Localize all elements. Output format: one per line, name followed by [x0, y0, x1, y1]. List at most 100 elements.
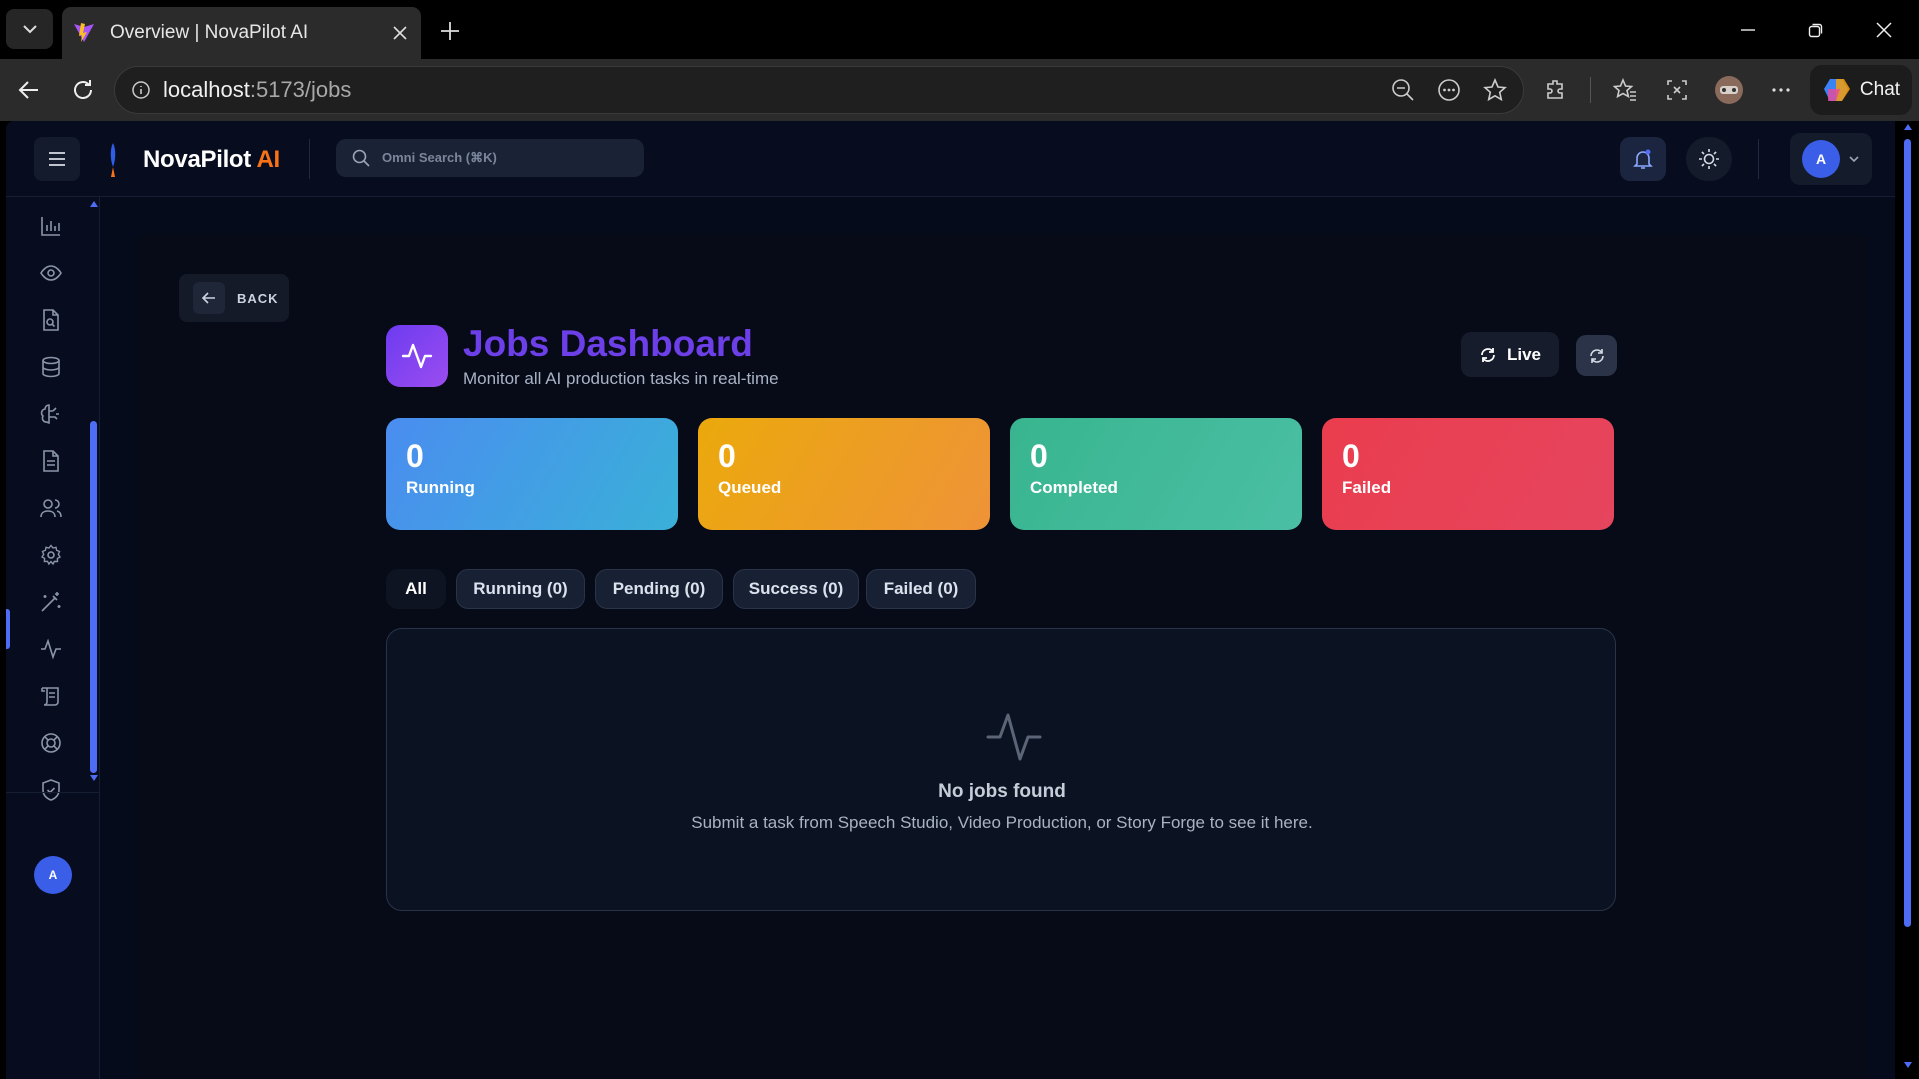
stat-value: 0	[406, 438, 424, 474]
more-horizontal-icon	[1772, 88, 1790, 92]
favorite-button[interactable]	[1479, 74, 1511, 106]
sidebar: A	[6, 197, 100, 1079]
more-circle-icon	[1438, 79, 1460, 101]
user-menu-button[interactable]: A	[1790, 133, 1872, 185]
scroll-up-icon[interactable]	[90, 201, 98, 207]
live-label: Live	[1506, 344, 1542, 364]
extensions-button[interactable]	[1538, 73, 1574, 107]
star-icon	[1483, 78, 1507, 102]
new-tab-button[interactable]	[432, 13, 468, 49]
brand-main: NovaPilot	[143, 146, 251, 173]
profile-avatar-icon	[1715, 76, 1743, 104]
gear-icon	[40, 544, 62, 566]
hamburger-icon	[49, 152, 65, 166]
sidebar-item-security[interactable]	[28, 767, 74, 813]
sidebar-item-generate[interactable]	[28, 579, 74, 625]
live-button[interactable]: Live	[1461, 332, 1559, 377]
stat-card-queued: 0 Queued	[698, 418, 990, 530]
app-topbar: NovaPilot AI Omni Search (⌘K) A	[6, 121, 1902, 197]
favorites-button[interactable]	[1607, 73, 1643, 107]
arrow-left-icon	[18, 81, 38, 99]
activity-icon	[41, 638, 61, 660]
stat-value: 0	[1030, 438, 1048, 474]
page-actions-button[interactable]	[1433, 74, 1465, 106]
search-placeholder: Omni Search (⌘K)	[382, 150, 497, 165]
screenshot-icon	[1667, 80, 1687, 100]
eye-icon	[40, 265, 62, 281]
vite-logo-icon	[74, 23, 94, 42]
filter-tab-failed[interactable]: Failed (0)	[866, 569, 976, 609]
sidebar-item-data[interactable]	[28, 344, 74, 390]
stat-label: Completed	[1030, 478, 1118, 497]
tab-close-button[interactable]	[385, 18, 415, 48]
sidebar-item-analytics[interactable]	[28, 203, 74, 249]
users-icon	[40, 499, 62, 518]
stat-label: Failed	[1342, 478, 1392, 497]
brain-icon	[40, 404, 59, 424]
sidebar-item-settings[interactable]	[28, 532, 74, 578]
page-title: Jobs Dashboard	[463, 323, 753, 364]
stat-card-failed: 0 Failed	[1322, 418, 1614, 530]
tab-title: Overview | NovaPilot AI	[110, 22, 309, 43]
address-bar[interactable]: localhost:5173/jobs	[114, 66, 1524, 114]
refresh-button[interactable]	[1576, 335, 1617, 376]
plus-icon	[441, 22, 459, 40]
omni-search[interactable]: Omni Search (⌘K)	[336, 139, 644, 177]
puzzle-icon	[1547, 80, 1563, 99]
chart-icon	[41, 217, 60, 236]
filter-tab-pending[interactable]: Pending (0)	[595, 569, 723, 609]
minimize-button[interactable]	[1718, 10, 1778, 50]
zoom-out-button[interactable]	[1387, 74, 1419, 106]
profile-button[interactable]	[1711, 73, 1747, 107]
jobs-list-panel: No jobs found Submit a task from Speech …	[386, 628, 1616, 911]
copilot-chat-button[interactable]: Chat	[1810, 65, 1912, 115]
page-subtitle: Monitor all AI production tasks in real-…	[463, 369, 779, 388]
sidebar-item-support[interactable]	[28, 720, 74, 766]
lifebuoy-icon	[41, 733, 61, 753]
copilot-icon	[1823, 79, 1850, 101]
notifications-button[interactable]	[1620, 137, 1666, 181]
reload-button[interactable]	[66, 73, 100, 107]
settings-menu-button[interactable]	[1763, 73, 1799, 107]
empty-state-title: No jobs found	[938, 781, 1066, 802]
topbar-divider	[309, 139, 310, 179]
sidebar-item-logs[interactable]	[28, 673, 74, 719]
scroll-down-icon[interactable]	[1904, 1062, 1912, 1068]
sidebar-item-models[interactable]	[28, 391, 74, 437]
scroll-icon	[41, 687, 59, 706]
back-label: BACK	[237, 290, 279, 306]
stat-card-completed: 0 Completed	[1010, 418, 1302, 530]
sidebar-item-overview[interactable]	[28, 250, 74, 296]
scroll-up-icon[interactable]	[1904, 124, 1912, 130]
topbar-divider	[1758, 139, 1759, 179]
scroll-down-icon[interactable]	[90, 775, 98, 781]
reload-icon	[74, 80, 92, 99]
empty-state-subtitle: Submit a task from Speech Studio, Video …	[691, 813, 1313, 832]
sidebar-divider	[6, 792, 100, 793]
stat-label: Queued	[718, 478, 782, 497]
sidebar-item-research[interactable]	[28, 297, 74, 343]
toolbar-divider	[1590, 77, 1591, 103]
sidebar-item-team[interactable]	[28, 485, 74, 531]
sidebar-item-jobs[interactable]	[28, 626, 74, 672]
filter-tab-success[interactable]: Success (0)	[733, 569, 859, 609]
close-icon	[1876, 22, 1892, 38]
screenshot-button[interactable]	[1659, 73, 1695, 107]
filter-tab-all[interactable]: All	[386, 569, 446, 609]
tab-list-button[interactable]	[6, 9, 53, 49]
theme-toggle-button[interactable]	[1686, 137, 1732, 181]
browser-tab[interactable]: Overview | NovaPilot AI	[62, 7, 421, 59]
back-nav-button[interactable]	[12, 73, 46, 107]
close-window-button[interactable]	[1854, 10, 1914, 50]
app-brand: NovaPilot AI	[143, 146, 280, 174]
sidebar-item-documents[interactable]	[28, 438, 74, 484]
chevron-down-icon	[1849, 156, 1859, 163]
menu-toggle-button[interactable]	[34, 137, 80, 181]
back-button[interactable]: BACK	[179, 274, 289, 322]
sidebar-scrollbar[interactable]	[90, 421, 97, 773]
sidebar-avatar[interactable]: A	[34, 856, 72, 894]
restore-button[interactable]	[1786, 10, 1846, 50]
sun-icon	[1699, 149, 1719, 169]
page-scrollbar[interactable]	[1904, 139, 1911, 927]
filter-tab-running[interactable]: Running (0)	[456, 569, 585, 609]
